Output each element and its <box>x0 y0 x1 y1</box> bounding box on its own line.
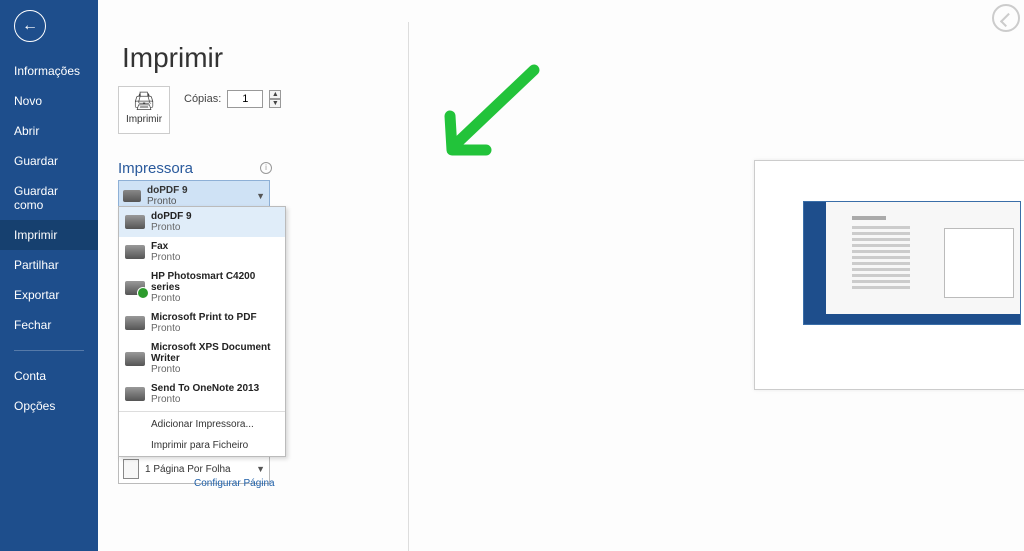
print-button-label: Imprimir <box>126 114 162 125</box>
nav-new[interactable]: Novo <box>0 86 98 116</box>
nav-save-as[interactable]: Guardar como <box>0 176 98 220</box>
printer-option[interactable]: FaxPronto <box>119 237 285 267</box>
dropdown-separator <box>119 411 285 412</box>
copies-spinner: ▲ ▼ <box>269 90 281 108</box>
printer-option[interactable]: doPDF 9Pronto <box>119 207 285 237</box>
printer-icon <box>125 352 145 366</box>
add-printer-link[interactable]: Adicionar Impressora... <box>119 414 285 435</box>
preview-thumbnail <box>803 201 1021 325</box>
printer-section-label: Impressora <box>118 160 193 177</box>
page-heading: Imprimir <box>122 42 223 74</box>
nav-account[interactable]: Conta <box>0 361 98 391</box>
printer-option[interactable]: Microsoft XPS Document WriterPronto <box>119 338 285 379</box>
chevron-down-icon: ▼ <box>256 464 265 474</box>
copies-label: Cópias: <box>184 93 221 105</box>
nav-share[interactable]: Partilhar <box>0 250 98 280</box>
printer-option[interactable]: Microsoft Print to PDFPronto <box>119 308 285 338</box>
nav-divider <box>14 350 84 351</box>
nav-print[interactable]: Imprimir <box>0 220 98 250</box>
help-hint-icon <box>992 4 1020 32</box>
pages-label: 1 Página Por Folha <box>145 464 231 475</box>
printer-option[interactable]: Send To OneNote 2013Pronto <box>119 379 285 409</box>
nav-save[interactable]: Guardar <box>0 146 98 176</box>
printer-option[interactable]: HP Photosmart C4200 seriesPronto <box>119 267 285 308</box>
info-icon[interactable]: i <box>260 162 272 174</box>
printer-icon <box>125 281 145 295</box>
printer-icon <box>125 215 145 229</box>
chevron-down-icon: ▼ <box>256 191 265 201</box>
arrow-left-icon: ← <box>22 17 38 35</box>
nav-close[interactable]: Fechar <box>0 310 98 340</box>
preview-page <box>754 160 1024 390</box>
page-icon <box>123 459 139 479</box>
print-to-file-link[interactable]: Imprimir para Ficheiro <box>119 435 285 456</box>
back-button[interactable]: ← <box>14 10 46 42</box>
printer-icon: 🖨 <box>119 91 169 112</box>
printer-icon <box>125 316 145 330</box>
selected-printer-name: doPDF 9 <box>147 185 188 196</box>
nav-options[interactable]: Opções <box>0 391 98 421</box>
backstage-sidebar: ← Informações Novo Abrir Guardar Guardar… <box>0 0 98 551</box>
printer-icon <box>125 387 145 401</box>
print-panel: Imprimir 🖨 Imprimir Cópias: ▲ ▼ Impresso… <box>98 0 1024 551</box>
page-setup-link[interactable]: Configurar Página <box>194 478 275 489</box>
copies-input[interactable] <box>227 90 263 108</box>
nav-export[interactable]: Exportar <box>0 280 98 310</box>
spinner-down[interactable]: ▼ <box>269 99 281 108</box>
spinner-up[interactable]: ▲ <box>269 90 281 99</box>
nav-open[interactable]: Abrir <box>0 116 98 146</box>
annotation-arrow-icon <box>438 60 548 170</box>
copies-control: Cópias: ▲ ▼ <box>184 90 281 108</box>
printer-icon <box>123 190 141 202</box>
printer-icon <box>125 245 145 259</box>
printer-dropdown-list: doPDF 9Pronto FaxPronto HP Photosmart C4… <box>118 206 286 457</box>
print-button[interactable]: 🖨 Imprimir <box>118 86 170 134</box>
nav-info[interactable]: Informações <box>0 56 98 86</box>
